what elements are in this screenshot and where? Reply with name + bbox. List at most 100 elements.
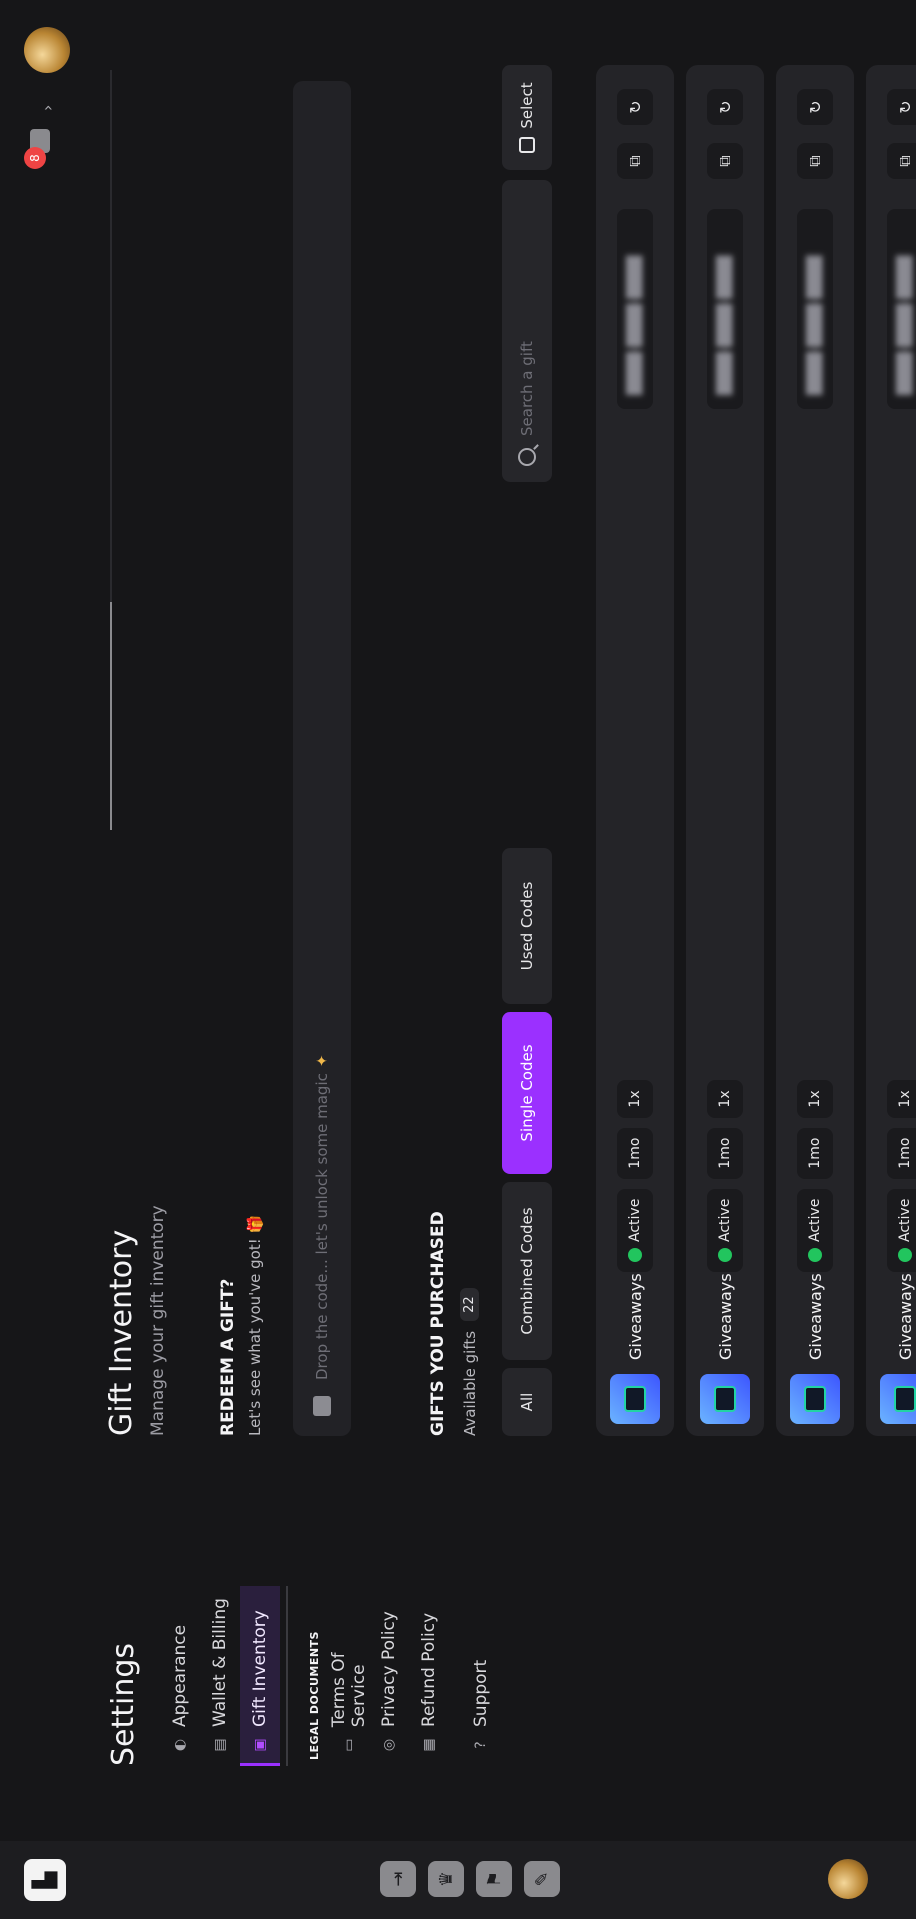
copy-icon[interactable]: ⧉ [617,143,653,179]
flag-icon[interactable]: ⚑ [476,1861,512,1897]
giveaway-icon [790,1374,840,1424]
gift-list: Giveaways Active 1mo 1x ████-████-████ ⧉… [596,65,916,1436]
gift-code-field[interactable]: ████-████-████ [797,209,833,409]
uses-badge: 1x [797,1080,833,1118]
active-dot [718,1248,732,1262]
menu-divider [286,1586,288,1766]
settings-menu: ◐ Appearance ▤ Wallet & Billing ▣ Gift I… [160,1586,501,1766]
copy-icon[interactable]: ⧉ [887,143,916,179]
menu-item-terms[interactable]: ▭ Terms Of Service [329,1586,369,1766]
status-badge: Active [707,1188,743,1272]
sparkle-icon: ✦ [313,1054,331,1068]
giveaway-icon [610,1374,660,1424]
gift-code-hidden: ████-████-████ [897,255,913,395]
uses-badge: 1x [617,1080,653,1118]
status-label: Active [627,1198,643,1242]
gift-icon [313,1396,331,1416]
redeem-placeholder: Drop the code... let's unlock some magic [313,1073,331,1380]
menu-item-label: Wallet & Billing [210,1598,230,1727]
gift-name: Giveaways [625,1273,645,1360]
menu-item-label: Refund Policy [419,1612,439,1727]
gift-name: Giveaways [715,1273,735,1360]
gift-row: Giveaways Active 1mo 1x ████-████-████ ⧉… [686,65,764,1436]
gift-row: Giveaways Active 1mo 1x ████-████-████ ⧉… [776,65,854,1436]
menu-item-appearance[interactable]: ◐ Appearance [160,1586,200,1766]
legal-documents-caption: LEGAL DOCUMENTS [308,1631,321,1760]
available-label: Available gifts [460,1330,479,1436]
giveaway-icon [700,1374,750,1424]
notification-badge: 8 [24,147,46,169]
status-label: Active [717,1198,733,1242]
refresh-icon[interactable]: ↻ [887,89,916,125]
gift-code-field[interactable]: ████-████-████ [617,209,653,409]
status-label: Active [897,1198,913,1242]
gift-code-hidden: ████-████-████ [627,255,643,395]
select-label: Select [518,82,536,129]
giveaway-icon [880,1374,916,1424]
fingerprint-icon: ◎ [381,1738,397,1752]
wallet-icon: ▤ [212,1738,228,1752]
wrench-icon[interactable]: ✎ [524,1861,560,1897]
gift-icon: ▣ [252,1738,268,1752]
status-badge: Active [617,1188,653,1272]
active-dot [808,1248,822,1262]
status-badge: Active [887,1188,916,1272]
menu-item-support[interactable]: ? Support [461,1586,501,1766]
money-icon: ▦ [421,1738,437,1752]
refresh-icon[interactable]: ↻ [617,89,653,125]
active-dot [898,1248,912,1262]
filter-single-codes[interactable]: Single Codes [502,1012,552,1174]
available-count: 22 [460,1288,479,1321]
search-input[interactable]: Search a gift [502,180,552,482]
document-icon: ▭ [341,1738,357,1752]
palette-icon: ◐ [172,1738,188,1752]
gift-row: Giveaways Active 1mo 1x ████-████-████ ⧉… [596,65,674,1436]
select-icon [519,136,535,153]
rail-avatar[interactable] [828,1859,868,1899]
redeem-title: REDEEM A GIFT? [218,1278,238,1436]
gift-row: Giveaways Active 1mo 1x ████-████-████ ⧉… [866,65,916,1436]
door-icon[interactable]: ⇥ [380,1861,416,1897]
status-badge: Active [797,1188,833,1272]
user-avatar[interactable] [24,27,70,73]
chevron-down-icon[interactable]: › [38,105,57,111]
copy-icon[interactable]: ⧉ [707,143,743,179]
gift-name: Giveaways [805,1273,825,1360]
duration-badge: 1mo [887,1127,916,1179]
app-rail: ▙ ⇥ ♛ ⚑ ✎ [0,1841,916,1919]
gifts-purchased-title: GIFTS YOU PURCHASED [428,1211,448,1436]
filter-combined-codes[interactable]: Combined Codes [502,1182,552,1360]
copy-icon[interactable]: ⧉ [797,143,833,179]
redeem-code-input[interactable]: Drop the code... let's unlock some magic… [293,81,351,1436]
menu-item-label: Appearance [170,1624,190,1727]
menu-item-privacy[interactable]: ◎ Privacy Policy [369,1586,409,1766]
menu-item-gift-inventory[interactable]: ▣ Gift Inventory [240,1586,280,1766]
gift-code-hidden: ████-████-████ [717,255,733,395]
filter-all[interactable]: All [502,1368,552,1436]
gift-code-field[interactable]: ████-████-████ [887,209,916,409]
page-subtitle: Manage your gift inventory [148,1205,168,1436]
menu-item-label: Terms Of Service [329,1652,369,1728]
uses-badge: 1x [887,1080,916,1118]
search-placeholder: Search a gift [518,341,536,436]
refresh-icon[interactable]: ↻ [797,89,833,125]
crown-icon[interactable]: ♛ [428,1861,464,1897]
menu-item-refund[interactable]: ▦ Refund Policy [409,1586,449,1766]
filter-used-codes[interactable]: Used Codes [502,848,552,1004]
redeem-subtitle: Let's see what you've got! 🎁 [246,1214,264,1436]
duration-badge: 1mo [707,1127,743,1179]
menu-item-label: Privacy Policy [379,1611,399,1727]
status-label: Active [807,1198,823,1242]
duration-badge: 1mo [797,1127,833,1179]
duration-badge: 1mo [617,1127,653,1179]
gift-code-hidden: ████-████-████ [807,255,823,395]
menu-item-label: Gift Inventory [250,1610,270,1727]
logo-icon[interactable]: ▙ [24,1859,66,1901]
scroll-progress [110,70,112,830]
search-icon [518,448,536,466]
gift-code-field[interactable]: ████-████-████ [707,209,743,409]
menu-item-wallet-billing[interactable]: ▤ Wallet & Billing [200,1586,240,1766]
select-button[interactable]: Select [502,65,552,170]
menu-item-label: Support [471,1659,491,1727]
refresh-icon[interactable]: ↻ [707,89,743,125]
